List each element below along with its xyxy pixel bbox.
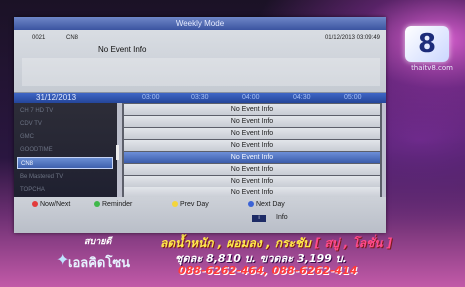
next-day-label: Next Day [256, 201, 285, 208]
info-label: Info [276, 214, 288, 221]
channel-number: 0021 [32, 35, 46, 41]
timeline-date: 31/12/2013 [36, 93, 77, 102]
channel-item[interactable]: CH 7 HD TV [17, 105, 113, 117]
promo-tag: สบายดี [84, 237, 112, 247]
promo-line-1-part-b: ผอมลง [226, 236, 262, 250]
yellow-key-icon [172, 201, 178, 207]
timeline-bar: 31/12/2013 03:00 03:30 04:00 04:30 05:00 [14, 93, 386, 103]
event-grid: No Event Info No Event Info No Event Inf… [122, 103, 382, 198]
channel-item[interactable]: TOPCHA [17, 184, 113, 196]
promo-brand: เอลคิดโซน [68, 256, 131, 271]
event-cell[interactable]: No Event Info [124, 176, 380, 187]
blue-key-icon [248, 201, 254, 207]
event-description [22, 58, 380, 86]
timeline-time-0: 03:00 [142, 94, 160, 101]
reminder-button[interactable]: Reminder [94, 200, 132, 210]
key-legend: Now/Next Reminder Prev Day Next Day i Inf… [14, 197, 386, 233]
brand-icon: ✦ [56, 250, 70, 269]
green-key-icon [94, 201, 100, 207]
now-next-button[interactable]: Now/Next [32, 200, 70, 210]
promo-line-1-part-c: กระชับ [274, 236, 311, 250]
channel-item[interactable]: Be Mastered TV [17, 171, 113, 183]
promo-line-1-part-a: ลดน้ำหนัก [160, 236, 214, 250]
info-key-icon: i [252, 215, 266, 222]
timeline-time-2: 04:00 [242, 94, 260, 101]
info-button[interactable]: i Info [252, 213, 288, 223]
epg-window: Weekly Mode 0021 CN8 01/12/2013 03:09:49… [14, 17, 386, 233]
event-title: No Event Info [98, 45, 147, 54]
event-info-panel: 0021 CN8 01/12/2013 03:09:49 No Event In… [14, 30, 386, 93]
event-cell[interactable]: No Event Info [124, 140, 380, 151]
tv-screen: 8 thaitv8.com สบายดี ✦ เอลคิดโซน ลดน้ำหน… [0, 0, 465, 287]
promo-line-3: 088-6262-464, 088-6262-414 [178, 264, 358, 277]
channel-item[interactable]: CDV TV [17, 118, 113, 130]
channel-scrollbar[interactable] [116, 145, 119, 160]
channel-logo: 8 [405, 26, 449, 62]
event-cell[interactable]: No Event Info [124, 164, 380, 175]
window-title: Weekly Mode [14, 17, 386, 30]
channel-url: thaitv8.com [411, 64, 453, 72]
channel-name: CN8 [66, 35, 79, 41]
timeline-time-1: 03:30 [191, 94, 209, 101]
prev-day-label: Prev Day [180, 201, 209, 208]
timeline-time-4: 05:00 [344, 94, 362, 101]
red-key-icon [32, 201, 38, 207]
channel-item[interactable]: GMC [17, 131, 113, 143]
next-day-button[interactable]: Next Day [248, 200, 285, 210]
event-cell[interactable]: No Event Info [124, 104, 380, 115]
event-cell-selected[interactable]: No Event Info [124, 152, 380, 163]
prev-day-button[interactable]: Prev Day [172, 200, 209, 210]
promo-line-1-part-d: [ สบู่ , โลชั่น ] [314, 236, 393, 250]
now-next-label: Now/Next [40, 201, 71, 208]
channel-item[interactable]: GOODTIME [17, 144, 113, 156]
channel-list: CH 7 HD TV CDV TV GMC GOODTIME CN8 Be Ma… [14, 103, 117, 197]
current-date-time: 01/12/2013 03:09:49 [324, 35, 380, 41]
reminder-label: Reminder [102, 201, 133, 208]
event-cell[interactable]: No Event Info [124, 128, 380, 139]
event-cell[interactable]: No Event Info [124, 116, 380, 127]
channel-item-selected[interactable]: CN8 [17, 157, 113, 169]
timeline-time-3: 04:30 [293, 94, 311, 101]
